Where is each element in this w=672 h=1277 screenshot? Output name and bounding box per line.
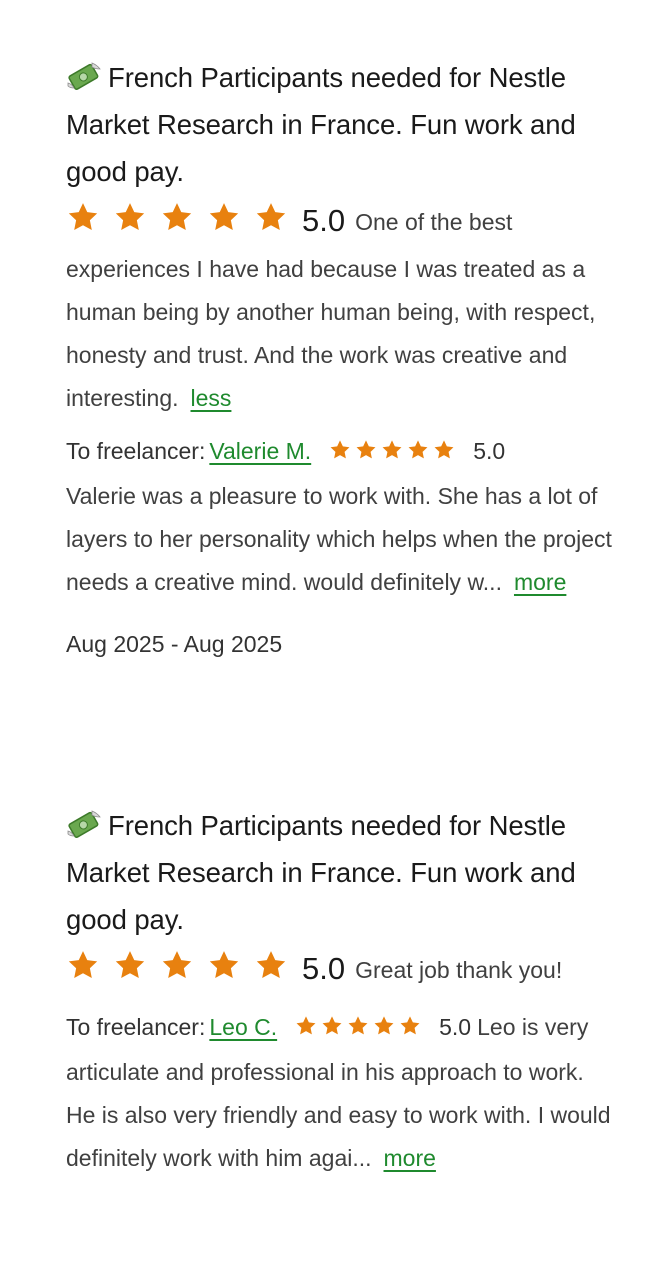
star-icon — [162, 951, 192, 979]
freelancer-rating-stars — [295, 1008, 425, 1051]
freelancer-name-link[interactable]: Valerie M. — [209, 438, 311, 464]
star-icon — [296, 1016, 316, 1035]
star-icon — [68, 951, 98, 979]
star-icon — [330, 440, 350, 459]
job-title[interactable]: French Participants needed for Nestle Ma… — [66, 54, 614, 195]
star-icon — [356, 440, 376, 459]
to-freelancer-label: To freelancer: — [66, 438, 206, 464]
review-card: French Participants needed for Nestle Ma… — [66, 54, 614, 664]
star-icon — [408, 440, 428, 459]
star-icon — [68, 203, 98, 231]
reviews-page: French Participants needed for Nestle Ma… — [0, 0, 672, 1277]
job-title-text: French Participants needed for Nestle Ma… — [66, 810, 576, 935]
date-range: Aug 2025 - Aug 2025 — [66, 631, 283, 657]
star-icon — [434, 440, 454, 459]
star-icon — [322, 1016, 342, 1035]
review-card: French Participants needed for Nestle Ma… — [66, 802, 614, 1180]
client-feedback: 5.0 Great job thank you! — [66, 947, 614, 996]
star-icon — [382, 440, 402, 459]
more-link[interactable]: more — [384, 1145, 436, 1171]
freelancer-rating-stars — [329, 432, 459, 475]
more-link[interactable]: more — [514, 569, 566, 595]
client-rating-score: 5.0 — [302, 203, 346, 238]
freelancer-feedback: To freelancer: Leo C. 5.0 Leo is very arti… — [66, 1006, 614, 1180]
star-icon — [348, 1016, 368, 1035]
client-rating-stars — [66, 201, 294, 248]
job-title-text: French Participants needed for Nestle Ma… — [66, 62, 576, 187]
star-icon — [400, 1016, 420, 1035]
star-icon — [162, 203, 192, 231]
star-icon — [115, 203, 145, 231]
star-icon — [256, 951, 286, 979]
client-feedback: 5.0 One of the best experiences I have ha… — [66, 199, 614, 420]
money-with-wings-icon — [67, 62, 101, 90]
client-rating-score: 5.0 — [302, 951, 346, 986]
star-icon — [374, 1016, 394, 1035]
client-rating-stars — [66, 949, 294, 996]
star-icon — [256, 203, 286, 231]
money-with-wings-icon — [67, 810, 101, 838]
freelancer-name-link[interactable]: Leo C. — [209, 1014, 277, 1040]
job-title[interactable]: French Participants needed for Nestle Ma… — [66, 802, 614, 943]
freelancer-feedback: To freelancer: Valerie M. 5.0 Valerie was … — [66, 430, 614, 604]
star-icon — [209, 203, 239, 231]
freelancer-rating-score: 5.0 — [439, 1014, 472, 1040]
star-icon — [115, 951, 145, 979]
client-feedback-text: Great job thank you! — [355, 957, 563, 983]
freelancer-rating-score: 5.0 — [473, 438, 506, 464]
to-freelancer-label: To freelancer: — [66, 1014, 206, 1040]
less-link[interactable]: less — [191, 385, 232, 411]
star-icon — [209, 951, 239, 979]
